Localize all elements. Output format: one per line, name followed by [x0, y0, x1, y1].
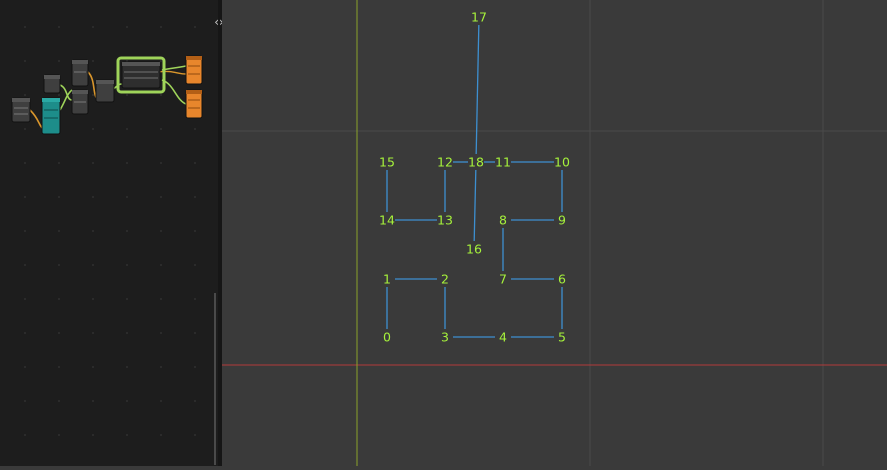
node-e[interactable] — [71, 89, 89, 115]
node-g-framed[interactable] — [116, 56, 166, 94]
node-d[interactable] — [71, 59, 89, 87]
vertex-index-label: 5 — [558, 330, 566, 345]
mesh-edge-18-17 — [475, 24, 480, 155]
vertex-index-label: 4 — [499, 330, 507, 345]
vertex-index-label: 15 — [379, 155, 395, 170]
vertex-index-label: 7 — [499, 272, 507, 287]
vertex-index-label: 14 — [379, 213, 395, 228]
node-output-2[interactable] — [185, 89, 203, 119]
mesh-edge-18-16 — [473, 169, 477, 242]
vertex-index-label: 6 — [558, 272, 566, 287]
vertex-index-label: 0 — [383, 330, 391, 345]
node-b[interactable] — [41, 97, 61, 135]
node-c[interactable] — [43, 74, 61, 94]
vertex-index-label: 18 — [468, 155, 484, 170]
vertex-index-label: 3 — [441, 330, 449, 345]
vertex-index-label: 8 — [499, 213, 507, 228]
node-f[interactable] — [95, 79, 115, 103]
node-a[interactable] — [11, 97, 31, 123]
vertex-index-label: 11 — [495, 155, 511, 170]
vertex-index-label: 13 — [437, 213, 453, 228]
vertex-index-label: 9 — [558, 213, 566, 228]
node-editor-panel[interactable] — [0, 0, 218, 466]
node-link — [161, 79, 187, 105]
node-editor-scrollbar[interactable] — [214, 293, 216, 465]
vertex-index-label: 12 — [437, 155, 453, 170]
vertex-index-label: 2 — [441, 272, 449, 287]
vertex-indices: 01 23 4 5678 9101112131415161718 — [379, 10, 570, 345]
node-output-1[interactable] — [185, 55, 203, 85]
mesh-edges — [386, 24, 563, 338]
viewport-canvas[interactable]: 01 23 4 5678 9101112131415161718 — [222, 0, 887, 466]
vertex-index-label: 17 — [471, 10, 487, 25]
vertex-index-label: 16 — [466, 242, 482, 257]
vertex-index-label: 1 — [383, 272, 391, 287]
node-graph[interactable] — [0, 0, 218, 466]
vertex-index-label: 10 — [554, 155, 570, 170]
3d-viewport[interactable]: 0 1 2 3 4 5 6 7 8 9 10 11 12 13 14 15 16 17 18 — [222, 0, 887, 466]
node-link — [161, 65, 187, 71]
node-link — [157, 70, 187, 75]
